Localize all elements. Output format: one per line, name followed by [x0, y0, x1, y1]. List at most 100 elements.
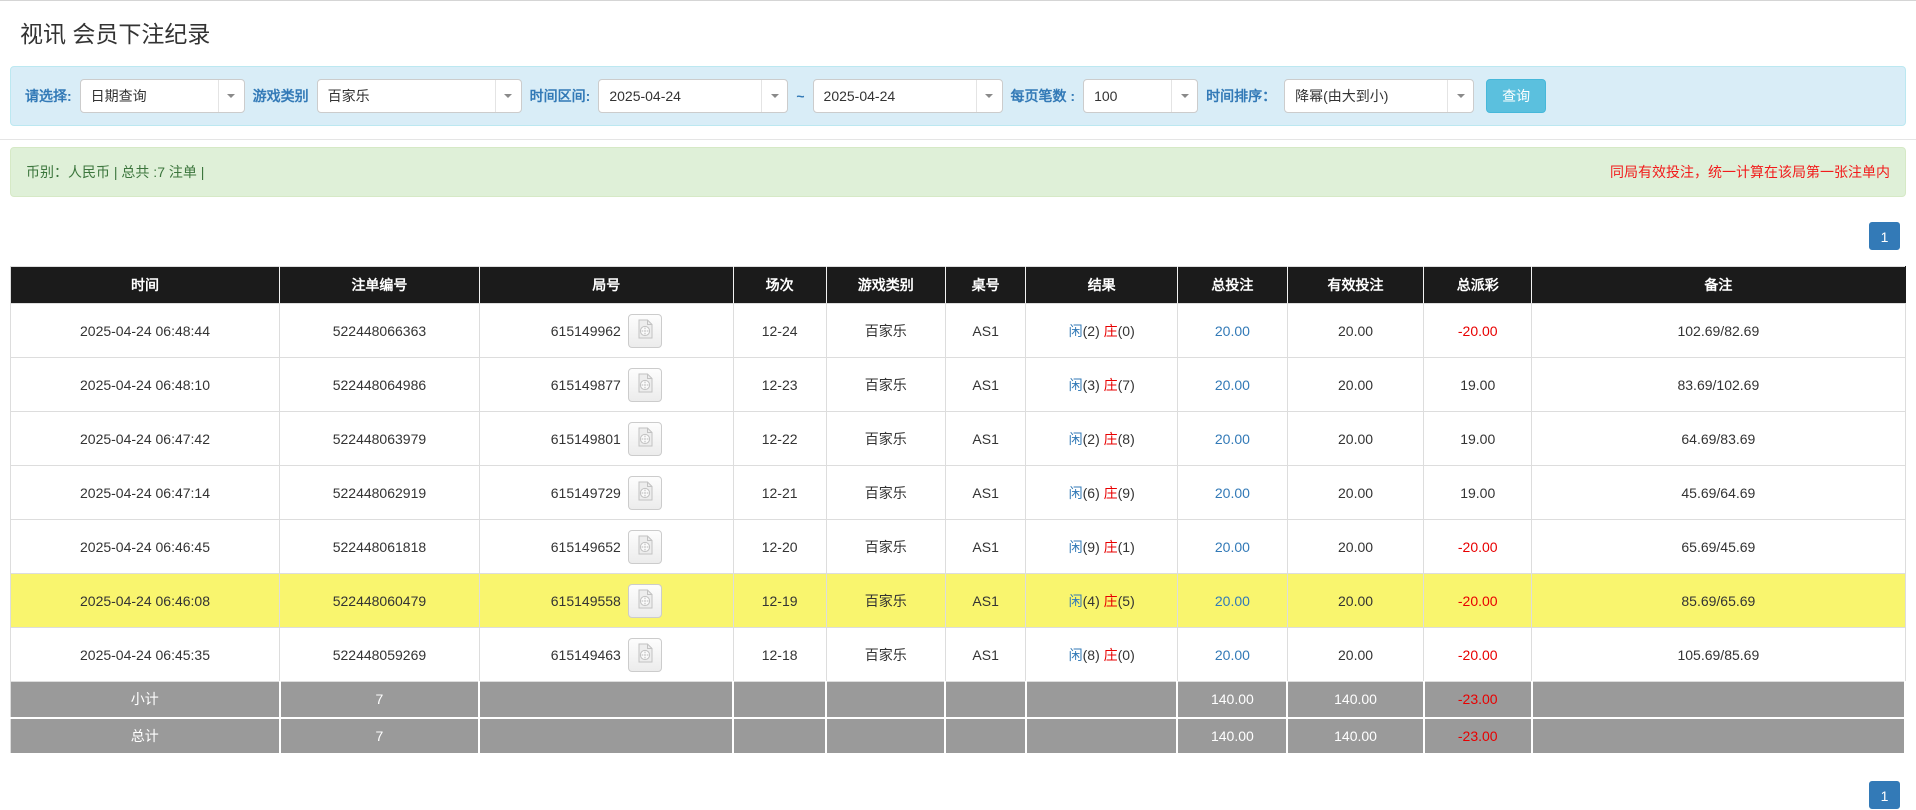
total-bet-link[interactable]: 20.00 — [1215, 377, 1250, 393]
round-id-text: 615149729 — [550, 484, 621, 501]
date-from-select[interactable]: 2025-04-24 — [598, 79, 789, 113]
subtotal-row: 小计 7 140.00 140.00 -23.00 — [10, 681, 1907, 719]
player-label: 闲 — [1068, 646, 1083, 663]
cell-payout: -20.00 — [1423, 519, 1533, 574]
cell-game-type: 百家乐 — [826, 465, 946, 520]
cell-valid-bet: 20.00 — [1287, 627, 1425, 682]
table-row: 2025-04-24 06:46:45 522448061818 615149652… — [10, 519, 1906, 574]
query-type-select[interactable]: 日期查询 — [79, 79, 245, 113]
cell-note: 105.69/85.69 — [1531, 627, 1906, 682]
player-label: 闲 — [1068, 322, 1083, 339]
cell-note: 83.69/102.69 — [1531, 357, 1906, 412]
column-header: 总投注 — [1177, 266, 1288, 304]
date-to-value: 2025-04-24 — [823, 88, 896, 104]
table-row: 2025-04-24 06:47:14 522448062919 615149729… — [10, 465, 1906, 520]
video-replay-button[interactable] — [627, 637, 662, 672]
video-replay-button[interactable] — [627, 421, 662, 456]
cell-note: 102.69/82.69 — [1531, 303, 1906, 358]
video-replay-button[interactable] — [627, 583, 662, 618]
pagination-top: 1 — [10, 222, 1906, 250]
sort-order-label: 时间排序： — [1206, 88, 1277, 104]
sum-total-bet: 140.00 — [1177, 717, 1289, 755]
date-to-select[interactable]: 2025-04-24 — [812, 79, 1003, 113]
cell-game-type: 百家乐 — [826, 519, 946, 574]
total-bet-link[interactable]: 20.00 — [1215, 593, 1250, 609]
chevron-down-icon[interactable] — [217, 80, 244, 112]
per-page-select[interactable]: 100 — [1083, 79, 1199, 113]
cell-table-no: AS1 — [945, 627, 1027, 682]
cell-valid-bet: 20.00 — [1287, 519, 1425, 574]
total-bet-link[interactable]: 20.00 — [1215, 485, 1250, 501]
page-1-button[interactable]: 1 — [1869, 780, 1900, 809]
cell-total-bet: 20.00 — [1177, 519, 1288, 574]
cell-bet-id: 522448059269 — [279, 627, 480, 682]
cell-time: 2025-04-24 06:47:42 — [10, 411, 281, 466]
game-type-value: 百家乐 — [327, 88, 370, 104]
video-replay-button[interactable] — [627, 475, 662, 510]
sort-order-select[interactable]: 降幂(由大到小) — [1284, 79, 1475, 113]
search-button[interactable]: 查询 — [1486, 79, 1547, 113]
cell-total-bet: 20.00 — [1177, 303, 1288, 358]
chevron-down-icon[interactable] — [494, 80, 521, 112]
video-file-icon — [634, 426, 656, 451]
section-divider — [0, 139, 1916, 140]
cell-payout: 19.00 — [1423, 465, 1533, 520]
cell-session: 12-20 — [733, 519, 827, 574]
sum-count: 7 — [279, 681, 481, 719]
cell-result: 闲(9) 庄(1) — [1025, 519, 1178, 574]
page-title: 视讯 会员下注纪录 — [20, 21, 211, 47]
cell-game-type: 百家乐 — [826, 411, 946, 466]
filter-bar: 请选择: 日期查询 游戏类别 百家乐 时间区间: 2025-04-24 ~ 20… — [10, 66, 1906, 126]
cell-note: 85.69/65.69 — [1531, 573, 1906, 628]
cell-total-bet: 20.00 — [1177, 573, 1288, 628]
video-replay-button[interactable] — [627, 529, 662, 564]
cell-bet-id: 522448060479 — [279, 573, 480, 628]
chevron-down-icon[interactable] — [975, 80, 1002, 112]
total-bet-link[interactable]: 20.00 — [1215, 647, 1250, 663]
video-file-icon — [634, 642, 656, 667]
chevron-down-icon[interactable] — [1447, 80, 1473, 112]
cell-bet-id: 522448066363 — [279, 303, 480, 358]
game-type-select[interactable]: 百家乐 — [316, 79, 522, 113]
cell-table-no: AS1 — [945, 411, 1027, 466]
cell-round-id: 615149558 — [479, 573, 734, 628]
cell-valid-bet: 20.00 — [1287, 303, 1425, 358]
cell-result: 闲(8) 庄(0) — [1025, 627, 1178, 682]
cell-game-type: 百家乐 — [826, 573, 946, 628]
cell-result: 闲(6) 庄(9) — [1025, 465, 1178, 520]
column-header: 总派彩 — [1423, 266, 1533, 304]
banker-label: 庄 — [1103, 484, 1118, 501]
column-header: 游戏类别 — [826, 266, 946, 304]
video-replay-button[interactable] — [627, 313, 662, 348]
per-page-label: 每页笔数 : — [1010, 88, 1076, 104]
cell-round-id: 615149962 — [479, 303, 734, 358]
tilde-separator: ~ — [796, 88, 805, 104]
sum-total-bet: 140.00 — [1177, 681, 1289, 719]
cell-valid-bet: 20.00 — [1287, 573, 1425, 628]
video-file-icon — [634, 534, 656, 559]
cell-result: 闲(2) 庄(8) — [1025, 411, 1178, 466]
total-bet-link[interactable]: 20.00 — [1215, 431, 1250, 447]
banker-label: 庄 — [1103, 592, 1118, 609]
cell-note: 64.69/83.69 — [1531, 411, 1906, 466]
cell-payout: -20.00 — [1423, 573, 1533, 628]
video-file-icon — [634, 318, 656, 343]
page-1-button[interactable]: 1 — [1869, 222, 1900, 250]
video-replay-button[interactable] — [627, 367, 662, 402]
chevron-down-icon[interactable] — [761, 80, 787, 112]
total-bet-link[interactable]: 20.00 — [1215, 323, 1250, 339]
cell-session: 12-24 — [733, 303, 827, 358]
column-header: 局号 — [479, 266, 734, 304]
total-bet-link[interactable]: 20.00 — [1215, 539, 1250, 555]
sum-payout: -23.00 — [1423, 717, 1533, 755]
round-id-text: 615149877 — [550, 376, 621, 393]
sum-count: 7 — [279, 717, 481, 755]
cell-bet-id: 522448062919 — [279, 465, 480, 520]
chevron-down-icon[interactable] — [1171, 80, 1197, 112]
player-label: 闲 — [1068, 592, 1083, 609]
video-file-icon — [634, 480, 656, 505]
column-header: 注单编号 — [279, 266, 480, 304]
cell-game-type: 百家乐 — [826, 357, 946, 412]
cell-session: 12-19 — [733, 573, 827, 628]
video-file-icon — [634, 588, 656, 613]
